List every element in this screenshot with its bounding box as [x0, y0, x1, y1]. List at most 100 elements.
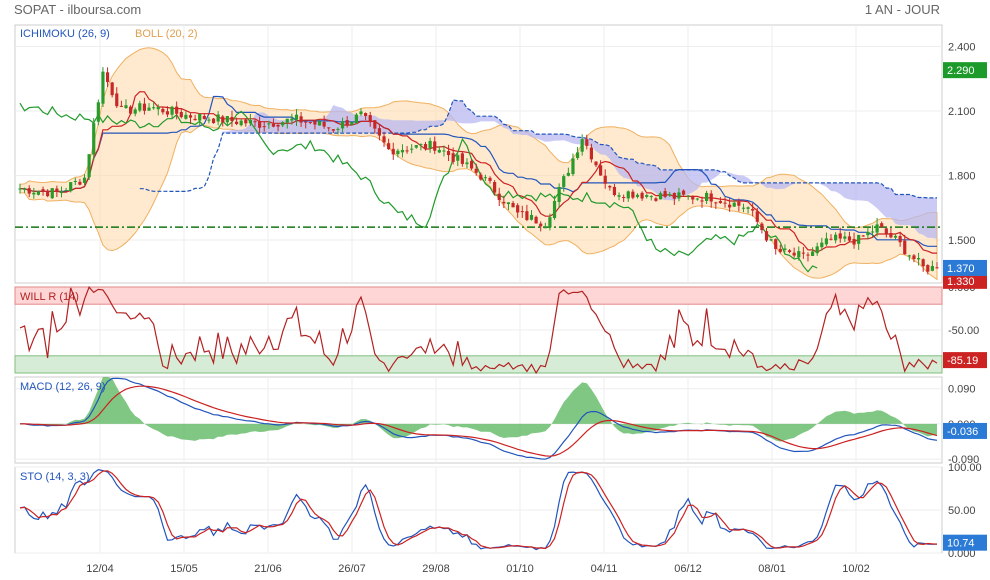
- x-tick-label: 01/10: [506, 563, 534, 575]
- y-tick-label: 0.090: [948, 384, 976, 396]
- candle-body: [718, 201, 723, 204]
- candle-body: [373, 120, 377, 129]
- candle-body: [686, 195, 690, 197]
- candle-body: [101, 71, 105, 104]
- candle-body: [110, 82, 114, 96]
- candle-body: [428, 140, 432, 149]
- candle-body: [41, 189, 45, 192]
- candle-body: [539, 223, 543, 227]
- candle-body: [400, 149, 405, 153]
- willr-oversold-zone: [14, 355, 943, 374]
- candle-body: [317, 121, 322, 126]
- candle-body: [612, 186, 617, 195]
- candle-body: [230, 116, 234, 121]
- y-tick-label: 2.100: [948, 106, 976, 118]
- candle-body: [128, 106, 133, 114]
- candle-body: [152, 107, 156, 109]
- candle-body: [350, 122, 354, 125]
- candle-body: [506, 202, 511, 205]
- candle-body: [253, 121, 257, 123]
- candle-body: [377, 128, 382, 136]
- candle-body: [557, 186, 561, 203]
- candle-body: [331, 129, 335, 131]
- candle-body: [511, 202, 515, 208]
- candle-body: [916, 258, 921, 260]
- candle-body: [32, 192, 36, 195]
- candle-body: [930, 266, 934, 271]
- candle-body: [184, 114, 188, 119]
- candle-body: [281, 122, 285, 126]
- candle-body: [810, 251, 815, 256]
- candle-body: [884, 228, 888, 234]
- candle-body: [161, 108, 165, 113]
- candle-body: [787, 250, 792, 253]
- candle-body: [843, 236, 847, 239]
- ichimoku-label: ICHIMOKU (26, 9): [20, 28, 110, 40]
- candle-body: [599, 165, 603, 176]
- candle-body: [493, 181, 497, 193]
- candle-body: [423, 144, 428, 149]
- candle-body: [751, 208, 755, 211]
- y-tick-label: 100.00: [948, 462, 982, 474]
- candle-body: [36, 191, 41, 195]
- candle-body: [479, 174, 483, 180]
- candle-body: [769, 239, 773, 241]
- candle-body: [437, 149, 441, 153]
- candle-body: [820, 242, 824, 248]
- candle-body: [327, 127, 331, 129]
- candle-body: [119, 105, 123, 107]
- candle-body: [23, 188, 27, 190]
- candle-body: [741, 207, 746, 209]
- candle-body: [502, 201, 506, 204]
- candle-body: [728, 204, 732, 208]
- candle-body: [299, 116, 303, 123]
- candle-body: [543, 227, 547, 229]
- candle-body: [207, 119, 211, 121]
- sto-badge: 10.74: [947, 538, 975, 550]
- x-tick-label: 04/11: [591, 563, 618, 575]
- y-tick-label: 1.800: [948, 171, 976, 183]
- candle-body: [755, 211, 759, 222]
- candle-body: [608, 185, 612, 188]
- candle-body: [635, 194, 640, 197]
- candle-body: [778, 248, 782, 252]
- candle-body: [442, 150, 446, 152]
- candle-body: [336, 128, 340, 130]
- candle-body: [649, 196, 653, 198]
- candle-body: [59, 191, 64, 194]
- candle-body: [175, 106, 179, 114]
- candle-body: [460, 153, 464, 164]
- candle-body: [903, 240, 907, 255]
- candle-body: [645, 195, 649, 197]
- x-tick-label: 21/06: [254, 563, 282, 575]
- x-tick-label: 06/12: [674, 563, 702, 575]
- candle-body: [921, 259, 925, 267]
- candle-body: [783, 248, 787, 250]
- candle-body: [520, 211, 524, 213]
- candle-body: [668, 194, 672, 196]
- candle-body: [866, 231, 870, 236]
- x-tick-label: 29/08: [422, 563, 450, 575]
- candle-body: [359, 111, 363, 115]
- candle-body: [516, 205, 520, 213]
- candle-body: [631, 191, 635, 198]
- technical-chart: 12/04 15/05 21/06 26/07 29/08 01/10 04/11 06/12…: [14, 24, 987, 575]
- candle-body: [313, 120, 317, 125]
- candle-body: [216, 114, 220, 122]
- candle-body: [912, 255, 916, 259]
- candle-body: [677, 192, 681, 199]
- willr-badge: -85.19: [947, 355, 978, 367]
- candle-body: [806, 254, 810, 256]
- candle-body: [566, 172, 570, 176]
- candle-body: [548, 217, 552, 228]
- candle-body: [861, 235, 865, 237]
- candle-body: [294, 114, 299, 120]
- candle-body: [290, 118, 294, 121]
- x-tick-label: 10/02: [842, 563, 870, 575]
- candle-body: [244, 119, 248, 124]
- candle-body: [64, 190, 68, 192]
- candle-body: [55, 188, 59, 192]
- candle-body: [396, 150, 400, 155]
- candle-body: [483, 177, 488, 179]
- candle-body: [221, 116, 225, 123]
